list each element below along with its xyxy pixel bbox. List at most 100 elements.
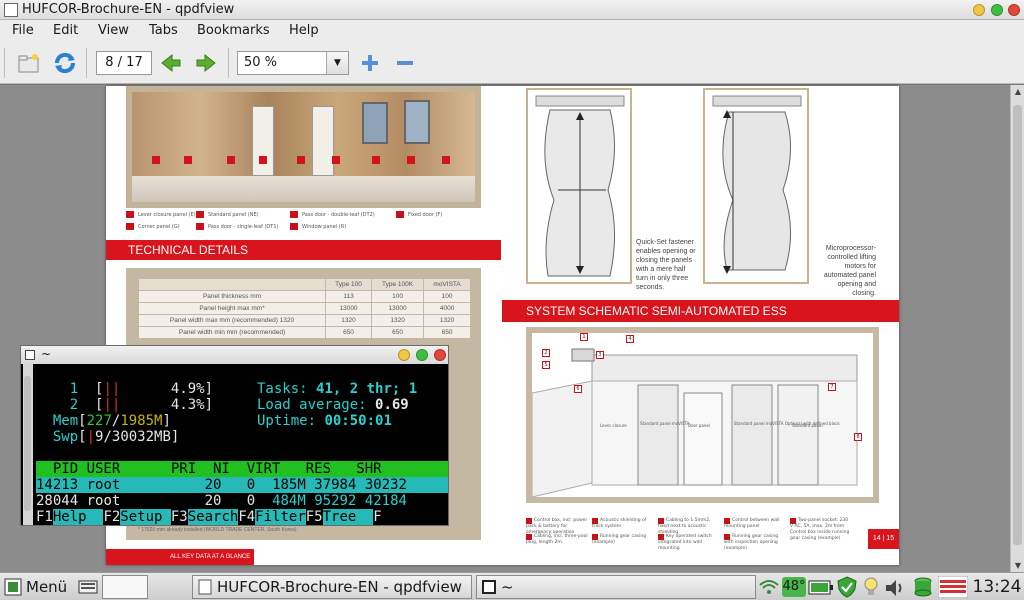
terminal-maximize-button[interactable]: [416, 349, 428, 361]
open-button[interactable]: [16, 50, 42, 76]
schematic-number: 4: [626, 335, 634, 343]
schematic-label: Door panel: [688, 423, 710, 428]
battery-indicator[interactable]: [808, 575, 834, 599]
note-item: Key operated switch integrated into wall…: [658, 534, 712, 551]
scroll-down-icon[interactable]: ▼: [1011, 559, 1024, 573]
menubar: File Edit View Tabs Bookmarks Help: [0, 20, 1024, 42]
schematic-number: 1: [580, 333, 588, 341]
terminal-title: ~: [41, 347, 52, 361]
terminal-minimize-button[interactable]: [398, 349, 410, 361]
table-footnote: * 17520 mm already installed (WORLD TRAD…: [138, 527, 297, 533]
terminal-close-button[interactable]: [434, 349, 446, 361]
process-row-selected[interactable]: 14213 root 20 0 185M 37984 30232: [36, 477, 448, 493]
terminal-titlebar: ~: [21, 346, 448, 364]
menu-view[interactable]: View: [98, 23, 129, 38]
desktop-pager[interactable]: [102, 575, 148, 599]
menu-tabs[interactable]: Tabs: [149, 23, 178, 38]
swap-meter: Swp[|9/30032MB]: [52, 429, 180, 445]
terminal-scrollbar-thumb[interactable]: [24, 376, 31, 511]
process-row[interactable]: 28044 root 20 0 484M 95292 42184: [36, 493, 448, 509]
arrow-right-icon: [196, 53, 216, 73]
page-number-input[interactable]: 8 / 17: [96, 51, 152, 75]
storage-indicator[interactable]: [912, 575, 934, 599]
tasks-info: Tasks: 41, 2 thr; 1: [257, 381, 418, 397]
spec-table: Type 100 Type 100K moVISTA Panel thickne…: [137, 278, 471, 339]
schematic-label: Lever closure: [600, 423, 627, 428]
open-file-icon: [18, 54, 39, 73]
chevron-down-icon[interactable]: ▼: [326, 52, 348, 74]
scrollbar-thumb[interactable]: [1013, 105, 1022, 545]
start-menu-label: Menü: [26, 578, 68, 596]
start-menu-button[interactable]: Menü: [4, 575, 72, 599]
arrow-left-icon: [161, 53, 181, 73]
table-row: Panel width max mm (recommended) 1320 132…: [137, 314, 471, 327]
next-page-button[interactable]: [193, 50, 219, 76]
fkey-f4[interactable]: F4: [238, 509, 255, 525]
marker: [297, 156, 305, 164]
menu-edit[interactable]: Edit: [53, 23, 78, 38]
legend-item: Standard panel (NE): [196, 211, 259, 218]
fkey-f2[interactable]: F2: [103, 509, 120, 525]
wifi-indicator[interactable]: [758, 575, 780, 599]
function-key-bar: F1Help F2Setup F3SearchF4FilterF5Tree F: [36, 509, 382, 525]
technical-details-banner: TECHNICAL DETAILS: [106, 240, 501, 260]
terminal-scrollbar[interactable]: [23, 364, 33, 525]
partition-photo: [126, 86, 481, 208]
toolbar: 8 / 17 50 % ▼: [0, 42, 1024, 84]
keyboard-launcher[interactable]: [78, 575, 98, 599]
menu-file[interactable]: File: [12, 23, 34, 38]
terminal-window[interactable]: ~ 1 [|| 4.9%] 2 [|| 4.3%] Mem[227/1985M]…: [20, 345, 449, 526]
temperature-indicator[interactable]: 48°: [782, 577, 806, 597]
note-item: Control between wall mounting panel: [724, 518, 780, 529]
refresh-icon: [54, 52, 76, 74]
memory-meter: Mem[227/1985M]: [52, 413, 171, 429]
key-data-banner: ALL KEY DATA AT A GLANCE: [106, 549, 254, 565]
menu-bookmarks[interactable]: Bookmarks: [197, 23, 270, 38]
close-button[interactable]: [1008, 4, 1020, 16]
schematic-number: 3: [596, 351, 604, 359]
pdf-app-icon: [198, 579, 212, 595]
toolbar-separator: [4, 48, 5, 78]
maximize-button[interactable]: [991, 4, 1003, 16]
fkey-f1[interactable]: F1: [36, 509, 53, 525]
speaker-icon: [886, 580, 902, 596]
zoom-value: 50 %: [244, 55, 278, 70]
table-row: Panel width min mm (recommended) 650 650 65…: [137, 326, 471, 339]
photo-floor: [132, 176, 475, 202]
marker: [442, 156, 450, 164]
menu-icon: [4, 578, 22, 596]
door-panel-illustration: [535, 95, 625, 277]
zoom-in-button[interactable]: [357, 50, 383, 76]
bulb-indicator[interactable]: [862, 575, 880, 599]
clock[interactable]: 13:24: [972, 575, 1022, 599]
marker: [407, 156, 415, 164]
note-item: Cabling, incl. three-pool plug, length 2…: [526, 534, 588, 545]
zoom-select[interactable]: 50 % ▼: [237, 51, 349, 75]
app-icon: [4, 3, 18, 17]
marker: [332, 156, 340, 164]
fkey-more[interactable]: F: [373, 509, 381, 525]
scroll-up-icon[interactable]: ▲: [1011, 85, 1024, 99]
previous-page-button[interactable]: [158, 50, 184, 76]
security-indicator[interactable]: [836, 575, 858, 599]
vertical-scrollbar[interactable]: ▲ ▼: [1010, 85, 1024, 573]
volume-indicator[interactable]: [884, 575, 908, 599]
taskbar-task-terminal[interactable]: ~: [476, 575, 756, 599]
fkey-f5[interactable]: F5: [306, 509, 323, 525]
photo-door: [252, 106, 274, 176]
zoom-out-button[interactable]: [392, 50, 418, 76]
fkey-f3[interactable]: F3: [171, 509, 188, 525]
schematic-number: 7: [828, 383, 836, 391]
refresh-button[interactable]: [52, 50, 78, 76]
schematic-drawing: Lever closure Standard panel moVISTA Doo…: [531, 348, 858, 498]
lightbulb-icon: [864, 577, 878, 595]
minimize-button[interactable]: [973, 4, 985, 16]
taskbar-task-qpdfview[interactable]: HUFCOR-Brochure-EN - qpdfview: [192, 575, 472, 599]
schematic-number: 2: [542, 349, 550, 357]
menu-help[interactable]: Help: [289, 23, 319, 38]
table-header: moVISTA: [423, 278, 471, 291]
door-panel-illustration: [712, 95, 802, 274]
table-row: Panel height max mm* 13000 13000 4000: [137, 302, 471, 315]
cpu-graph-indicator[interactable]: [938, 575, 968, 599]
terminal-icon: [25, 350, 35, 360]
